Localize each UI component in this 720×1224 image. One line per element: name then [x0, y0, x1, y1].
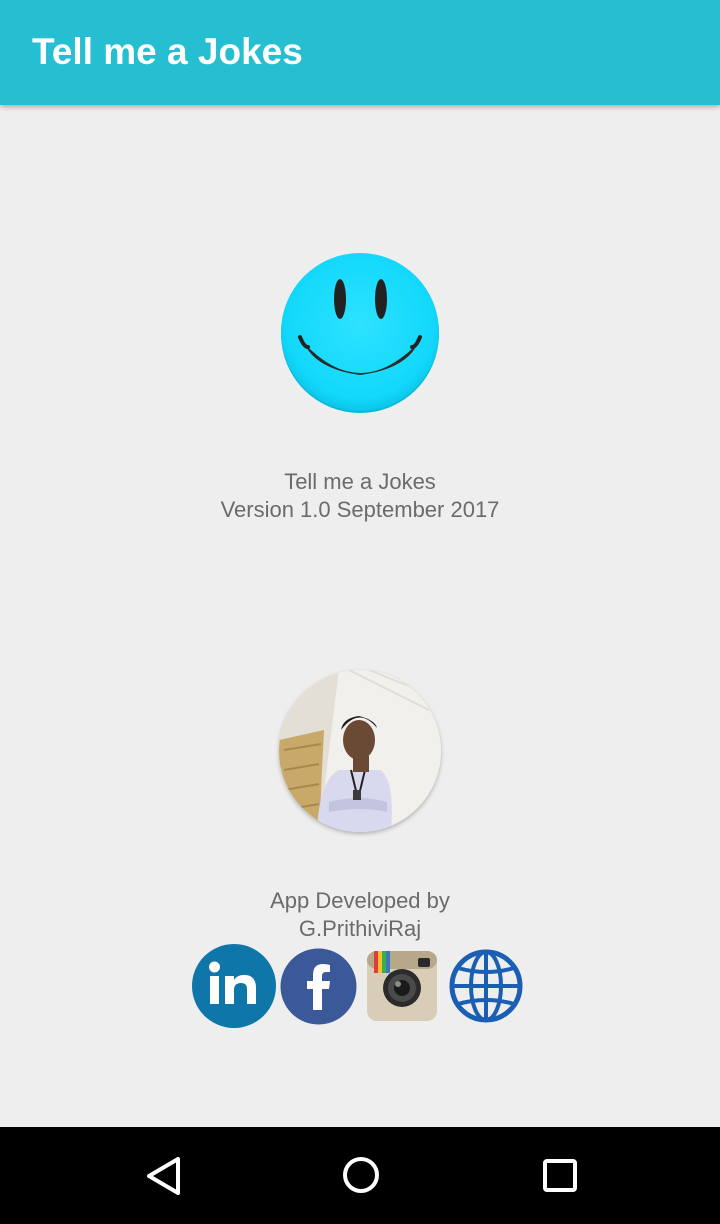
system-nav-bar: [0, 1127, 720, 1224]
developer-avatar: [279, 670, 441, 832]
about-version: Version 1.0 September 2017: [220, 497, 500, 522]
instagram-icon[interactable]: [366, 950, 438, 1022]
facebook-icon[interactable]: [280, 948, 357, 1025]
about-app-name: Tell me a Jokes: [284, 469, 436, 494]
back-triangle-icon[interactable]: [133, 1147, 193, 1203]
developer-name: G.PrithiviRaj: [298, 916, 422, 941]
app-title: Tell me a Jokes: [32, 31, 303, 72]
developer-credit-line: App Developed by: [270, 888, 450, 913]
app-bar: Tell me a Jokes: [0, 0, 720, 105]
globe-icon[interactable]: [448, 948, 524, 1024]
home-circle-icon[interactable]: [331, 1147, 391, 1203]
recents-square-icon[interactable]: [530, 1147, 590, 1203]
linkedin-icon[interactable]: [191, 944, 277, 1028]
smiley-face-icon: [278, 251, 442, 415]
